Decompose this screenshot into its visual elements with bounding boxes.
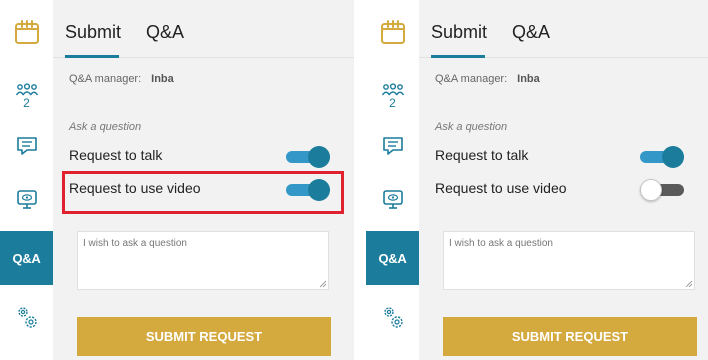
settings-icon: [17, 307, 37, 328]
qa-manager-name: Inba: [151, 73, 174, 85]
submit-request-button[interactable]: SUBMIT REQUEST: [443, 317, 697, 356]
qa-manager-name: Inba: [517, 73, 540, 85]
screen-share-icon: [16, 190, 37, 209]
request-talk-toggle[interactable]: [286, 146, 330, 168]
question-textarea[interactable]: I wish to ask a question: [77, 231, 329, 290]
chat-button[interactable]: [0, 132, 53, 160]
active-tab-indicator: [431, 55, 485, 58]
screen-share-button[interactable]: [366, 184, 419, 214]
qa-rail-label: Q&A: [12, 250, 41, 266]
right-panel: 2 Q&A Submit Q&A Q&A manager: Inba Ask a…: [366, 0, 708, 360]
tab-bar: Submit Q&A: [53, 0, 354, 58]
calendar-button[interactable]: [0, 14, 53, 50]
calendar-icon: [380, 20, 405, 44]
participants-button[interactable]: 2: [366, 78, 419, 114]
settings-button[interactable]: [366, 300, 419, 334]
request-video-toggle[interactable]: [640, 179, 684, 201]
request-talk-label: Request to talk: [435, 147, 529, 163]
screen-share-button[interactable]: [0, 184, 53, 214]
chat-icon: [16, 137, 37, 155]
screen-share-icon: [382, 190, 403, 209]
submit-request-button[interactable]: SUBMIT REQUEST: [77, 317, 331, 356]
highlight-box: [62, 171, 344, 214]
tab-bar: Submit Q&A: [419, 0, 708, 58]
request-talk-label: Request to talk: [69, 147, 163, 163]
qa-manager-label: Q&A manager:: [435, 73, 508, 85]
tab-qa[interactable]: Q&A: [146, 22, 184, 43]
calendar-icon: [14, 20, 39, 44]
qa-rail-label: Q&A: [378, 250, 407, 266]
request-video-row: Request to use video: [435, 177, 708, 201]
ask-question-heading: Ask a question: [435, 121, 508, 133]
chat-icon: [382, 137, 403, 155]
qa-manager-label: Q&A manager:: [69, 73, 142, 85]
question-placeholder: I wish to ask a question: [449, 238, 553, 249]
ask-question-heading: Ask a question: [69, 121, 142, 133]
calendar-button[interactable]: [366, 14, 419, 50]
qa-content: Submit Q&A Q&A manager: Inba Ask a questi…: [419, 0, 708, 360]
tab-qa[interactable]: Q&A: [512, 22, 550, 43]
qa-rail-tab[interactable]: Q&A: [0, 231, 53, 285]
participants-icon: [15, 82, 38, 95]
resize-handle-icon[interactable]: [685, 280, 692, 287]
resize-handle-icon[interactable]: [319, 280, 326, 287]
side-rail: 2 Q&A: [0, 0, 53, 360]
tab-submit[interactable]: Submit: [65, 22, 121, 43]
settings-icon: [383, 307, 403, 328]
request-talk-row: Request to talk: [69, 144, 354, 168]
request-talk-toggle[interactable]: [640, 146, 684, 168]
question-textarea[interactable]: I wish to ask a question: [443, 231, 695, 290]
qa-rail-tab[interactable]: Q&A: [366, 231, 419, 285]
settings-button[interactable]: [0, 300, 53, 334]
participants-button[interactable]: 2: [0, 78, 53, 114]
side-rail: 2 Q&A: [366, 0, 419, 360]
request-video-label: Request to use video: [435, 180, 567, 196]
participants-count: 2: [23, 95, 30, 110]
toggle-knob: [662, 146, 684, 168]
participants-icon: [381, 82, 404, 95]
chat-button[interactable]: [366, 132, 419, 160]
tab-submit[interactable]: Submit: [431, 22, 487, 43]
active-tab-indicator: [65, 55, 119, 58]
left-panel: 2 Q&A Submit Q&A Q&A manager: Inba Ask a…: [0, 0, 354, 360]
participants-count: 2: [389, 95, 396, 110]
qa-manager-info: Q&A manager: Inba: [69, 73, 174, 85]
toggle-knob: [308, 146, 330, 168]
toggle-knob: [640, 179, 662, 201]
question-placeholder: I wish to ask a question: [83, 238, 187, 249]
request-talk-row: Request to talk: [435, 144, 708, 168]
qa-manager-info: Q&A manager: Inba: [435, 73, 540, 85]
qa-content: Submit Q&A Q&A manager: Inba Ask a questi…: [53, 0, 354, 360]
